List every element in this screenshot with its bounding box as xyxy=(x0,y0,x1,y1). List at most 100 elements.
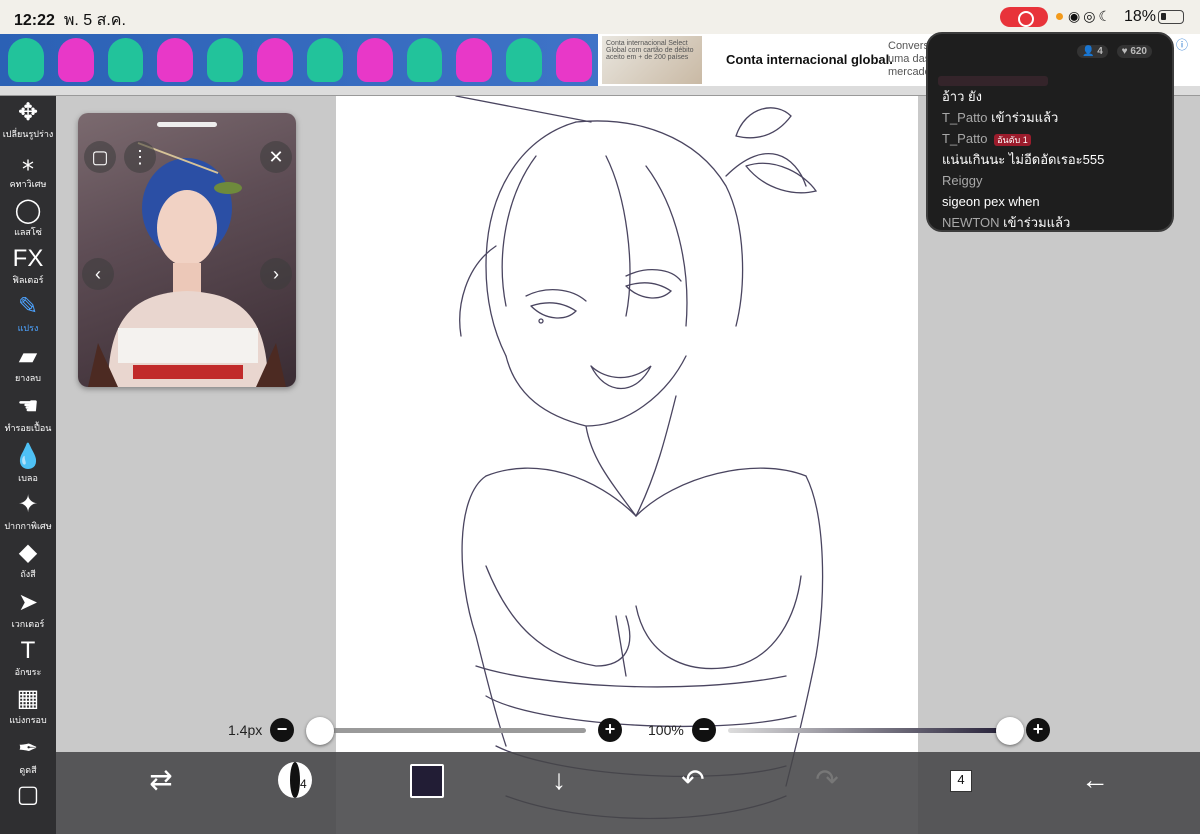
viewers-icon: 👤 4 xyxy=(1077,45,1108,58)
chat-text: sigeon pex when xyxy=(942,194,1040,209)
bucket-icon: ◆ xyxy=(18,539,38,566)
opacity-decrease-button[interactable]: − xyxy=(692,718,716,742)
gummy-bear-image xyxy=(257,38,293,82)
chat-text: แน่นเกินนะ ไม่อีดอัดเรอะ555 xyxy=(942,152,1105,167)
ad-title[interactable]: Conta internacional global. xyxy=(726,52,893,67)
opacity-track[interactable] xyxy=(728,728,1010,733)
ad-thumbnail[interactable]: Conta internacional Select Global com ca… xyxy=(602,36,702,84)
likes-icon: ♥ 620 xyxy=(1116,45,1152,58)
tool-move[interactable]: ✥ เปลี่ยนรูปร่าง xyxy=(0,98,56,146)
gummy-bear-image xyxy=(556,38,592,82)
live-chat-overlay[interactable]: 👤 4 ♥ 620 อ้าว ยัง T_Patto เข้าร่วมแล้ว T_… xyxy=(926,32,1174,232)
close-icon[interactable]: ✕ xyxy=(260,141,292,173)
chat-username[interactable]: T_Patto xyxy=(942,131,988,146)
chat-message: sigeon pex when xyxy=(942,193,1104,210)
mic-indicator-icon xyxy=(1056,13,1063,20)
layer-count: 4 xyxy=(957,772,965,787)
tool-label: ถังสี xyxy=(20,569,36,579)
tool-special-pen[interactable]: ✦ ปากกาพิเศษ xyxy=(0,490,56,538)
gummy-bear-image xyxy=(8,38,44,82)
opacity-label: 100% xyxy=(648,722,684,738)
chat-username[interactable]: NEWTON xyxy=(942,215,1000,230)
tool-label: ปากกาพิเศษ xyxy=(4,521,52,531)
brush-size-knob[interactable] xyxy=(306,717,334,745)
lasso-icon: ◯ xyxy=(14,197,42,224)
tool-text[interactable]: T อักขระ xyxy=(0,636,56,684)
gummy-bear-image xyxy=(207,38,244,82)
bottom-toolbar: ⇄ 1.4 ↓ ↶ ↷ 4 ← xyxy=(56,752,1200,834)
layers-button[interactable]: 4 xyxy=(936,752,986,834)
magic-wand-icon: ⁎ xyxy=(22,149,34,176)
brush-sliders: 1.4px − + 100% − + xyxy=(56,712,1200,750)
chevron-right-icon[interactable]: › xyxy=(260,258,292,290)
brush-eraser-swap-icon[interactable]: ⇄ xyxy=(136,752,186,834)
drag-handle[interactable] xyxy=(157,122,217,127)
tool-label: เวกเตอร์ xyxy=(11,619,45,629)
chat-message: T_Patto เข้าร่วมแล้ว xyxy=(942,109,1104,126)
fx-icon: FX xyxy=(12,245,44,272)
ad-gummy-image[interactable] xyxy=(0,34,598,86)
gummy-bear-image xyxy=(406,38,443,82)
gummy-bear-image xyxy=(506,38,543,82)
tool-eraser[interactable]: ▰ ยางลบ xyxy=(0,342,56,390)
eyedropper-icon: ✒ xyxy=(17,735,39,762)
download-icon[interactable]: ↓ xyxy=(534,752,584,834)
move-icon: ✥ xyxy=(17,99,39,126)
gummy-bear-image xyxy=(456,38,493,82)
color-swatch[interactable] xyxy=(410,764,444,798)
record-icon[interactable] xyxy=(1000,7,1048,27)
chevron-left-icon[interactable]: ‹ xyxy=(82,258,114,290)
status-bar: 12:22 พ. 5 ส.ค. ◉◎☾ 18% xyxy=(0,0,1200,34)
gummy-bear-image xyxy=(306,38,343,82)
frame-icon[interactable]: ▢ xyxy=(84,141,116,173)
tool-palette: ✥ เปลี่ยนรูปร่าง ⁎ คทาวิเศษ ◯ แลสโซ่ FX ฟิลเตอร… xyxy=(0,96,56,834)
chat-fade xyxy=(938,76,1048,86)
tool-canvas[interactable]: ▢ xyxy=(0,780,56,828)
tool-eyedropper[interactable]: ✒ ดูดสี xyxy=(0,734,56,782)
tool-blur[interactable]: 💧 เบลอ xyxy=(0,442,56,490)
opacity-increase-button[interactable]: + xyxy=(1026,718,1050,742)
chat-text: เข้าร่วมแล้ว xyxy=(1003,215,1071,230)
more-options-icon[interactable]: ⋮ xyxy=(124,141,156,173)
gummy-bear-image xyxy=(57,38,94,82)
chat-message: NEWTON เข้าร่วมแล้ว xyxy=(942,214,1104,231)
undo-icon[interactable]: ↶ xyxy=(668,752,718,834)
tool-smudge[interactable]: ☚ ทำรอยเปื้อน xyxy=(0,392,56,440)
rank-badge: อันดับ 1 xyxy=(994,134,1031,146)
back-arrow-icon[interactable]: ← xyxy=(1070,752,1120,834)
tool-label: แลสโซ่ xyxy=(14,227,42,237)
brush-icon: ✎ xyxy=(17,293,39,320)
chat-message: Reiggy xyxy=(942,172,1104,189)
battery-icon xyxy=(1158,10,1184,24)
tool-label: เบลอ xyxy=(18,473,38,483)
tool-frame-divider[interactable]: ▦ แบ่งกรอบ xyxy=(0,684,56,732)
brush-size-button[interactable]: 1.4 xyxy=(270,752,320,834)
smudge-icon: ☚ xyxy=(17,393,39,420)
tool-brush[interactable]: ✎ แปรง xyxy=(0,292,56,340)
chat-username[interactable]: Reiggy xyxy=(942,173,982,188)
tool-label: ยางลบ xyxy=(15,373,41,383)
viewer-count: 4 xyxy=(1097,46,1103,57)
tool-fx[interactable]: FX ฟิลเตอร์ xyxy=(0,244,56,292)
tool-lasso[interactable]: ◯ แลสโซ่ xyxy=(0,196,56,244)
chat-message: T_Patto อันดับ 1 xyxy=(942,130,1104,147)
ad-info-icon[interactable]: ⓘ xyxy=(1176,36,1188,53)
tool-magic-wand[interactable]: ⁎ คทาวิเศษ xyxy=(0,148,56,196)
brush-size-track[interactable] xyxy=(306,728,586,733)
tool-label: ดูดสี xyxy=(19,765,37,775)
redo-icon[interactable]: ↷ xyxy=(802,752,852,834)
reference-image-card[interactable]: ▢ ⋮ ✕ ‹ › xyxy=(78,113,296,387)
gummy-bear-image xyxy=(107,38,144,82)
chat-text: อ้าว ยัง xyxy=(942,89,982,104)
brush-size-increase-button[interactable]: + xyxy=(598,718,622,742)
canvas-icon: ▢ xyxy=(16,781,40,808)
tool-label: ฟิลเตอร์ xyxy=(12,275,44,285)
brush-size-decrease-button[interactable]: − xyxy=(270,718,294,742)
vector-icon: ➤ xyxy=(17,589,39,616)
battery-percentage: 18% xyxy=(1124,8,1157,25)
tool-vector[interactable]: ➤ เวกเตอร์ xyxy=(0,588,56,636)
chat-username[interactable]: T_Patto xyxy=(942,110,988,125)
tool-bucket[interactable]: ◆ ถังสี xyxy=(0,538,56,586)
like-count: 620 xyxy=(1130,46,1147,57)
opacity-knob[interactable] xyxy=(996,717,1024,745)
